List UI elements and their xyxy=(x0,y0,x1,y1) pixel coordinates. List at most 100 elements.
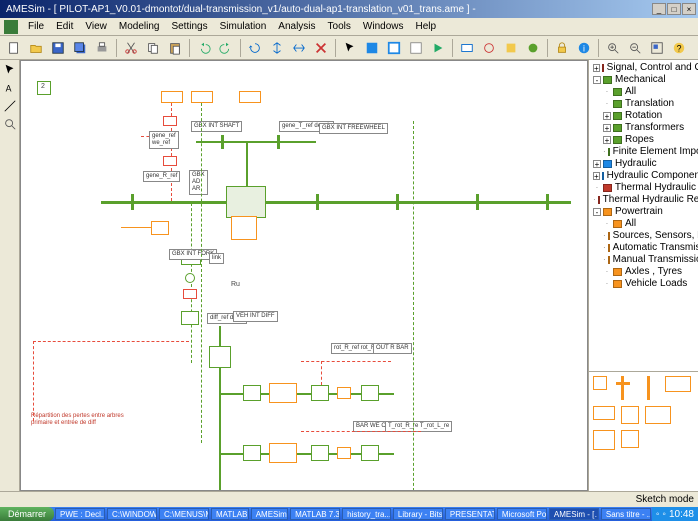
menu-settings[interactable]: Settings xyxy=(165,19,213,34)
tree-item[interactable]: ·Automatic Transmission xyxy=(591,242,696,254)
signal-block[interactable] xyxy=(183,289,197,299)
tree-item[interactable]: -Mechanical xyxy=(591,74,696,86)
task-button[interactable]: Microsoft Po... xyxy=(497,508,547,520)
task-button[interactable]: history_tra... xyxy=(342,508,391,520)
menu-tools[interactable]: Tools xyxy=(322,19,357,34)
print-button[interactable] xyxy=(92,38,112,58)
palette-item[interactable] xyxy=(621,430,639,448)
zoom-out-button[interactable] xyxy=(625,38,645,58)
expand-icon[interactable]: + xyxy=(603,136,611,144)
powertrain-block[interactable] xyxy=(337,447,351,459)
signal-block[interactable] xyxy=(163,156,177,166)
cut-button[interactable] xyxy=(121,38,141,58)
menu-analysis[interactable]: Analysis xyxy=(272,19,321,34)
collapse-icon[interactable]: - xyxy=(593,208,601,216)
task-button[interactable]: MATLAB 7.3... xyxy=(290,508,340,520)
tree-item[interactable]: ·Finite Element Import xyxy=(591,146,696,158)
open-button[interactable] xyxy=(26,38,46,58)
tree-item[interactable]: ·All xyxy=(591,218,696,230)
tree-item[interactable]: +Transformers xyxy=(591,122,696,134)
expand-icon[interactable]: + xyxy=(603,112,611,120)
mech-block[interactable] xyxy=(361,385,379,401)
library-tree[interactable]: +Signal, Control and Observers-Mechanica… xyxy=(589,60,698,371)
gearbox-block[interactable] xyxy=(226,186,266,218)
tool-d-button[interactable] xyxy=(523,38,543,58)
tree-item[interactable]: +Rotation xyxy=(591,110,696,122)
powertrain-component[interactable] xyxy=(239,91,261,103)
pointer-tool[interactable] xyxy=(2,62,18,78)
collapse-icon[interactable]: - xyxy=(593,76,601,84)
menu-modeling[interactable]: Modeling xyxy=(113,19,166,34)
schematic-canvas[interactable]: 2 GBX INT SHAFT gene_refwe_ref gene_R_re… xyxy=(20,60,588,491)
palette-item[interactable] xyxy=(593,430,615,450)
tree-item[interactable]: +Hydraulic xyxy=(591,158,696,170)
mode-parameter-button[interactable] xyxy=(406,38,426,58)
redo-button[interactable] xyxy=(216,38,236,58)
select-button[interactable] xyxy=(340,38,360,58)
menu-edit[interactable]: Edit xyxy=(50,19,79,34)
tree-item[interactable]: +Hydraulic Component Design xyxy=(591,170,696,182)
palette-item[interactable] xyxy=(645,406,671,424)
copy-button[interactable] xyxy=(143,38,163,58)
max-button[interactable]: □ xyxy=(667,3,681,15)
diff-block[interactable] xyxy=(209,346,231,368)
tree-item[interactable]: ·All xyxy=(591,86,696,98)
tray-icon[interactable]: ◦ xyxy=(656,509,660,520)
mode-simulation-button[interactable] xyxy=(428,38,448,58)
expand-icon[interactable]: + xyxy=(593,160,601,168)
menu-help[interactable]: Help xyxy=(409,19,442,34)
task-button[interactable]: Library - Bits... xyxy=(393,508,443,520)
tree-item[interactable]: ·Manual Transmission xyxy=(591,254,696,266)
tool-a-button[interactable] xyxy=(457,38,477,58)
task-button[interactable]: PWE : Decl... xyxy=(55,508,105,520)
start-button[interactable]: Démarrer xyxy=(0,507,54,521)
palette-item[interactable] xyxy=(621,406,639,424)
task-button[interactable]: C:\WINDOW... xyxy=(107,508,157,520)
task-button[interactable]: C:\MENUS\M... xyxy=(159,508,209,520)
zoom-in-button[interactable] xyxy=(603,38,623,58)
delete-button[interactable] xyxy=(311,38,331,58)
powertrain-block[interactable] xyxy=(337,387,351,399)
powertrain-component[interactable] xyxy=(151,221,169,235)
powertrain-block[interactable] xyxy=(269,383,297,403)
tree-item[interactable]: ·Thermal Hydraulic Resistance xyxy=(591,194,696,206)
birdview-button[interactable] xyxy=(647,38,667,58)
tree-item[interactable]: +Signal, Control and Observers xyxy=(591,62,696,74)
tool-c-button[interactable] xyxy=(501,38,521,58)
tree-item[interactable]: -Powertrain xyxy=(591,206,696,218)
tool-b-button[interactable] xyxy=(479,38,499,58)
saveall-button[interactable] xyxy=(70,38,90,58)
mirror-button[interactable] xyxy=(289,38,309,58)
signal-block[interactable] xyxy=(163,116,177,126)
task-button[interactable]: Sans titre - ... xyxy=(601,508,651,520)
menu-simulation[interactable]: Simulation xyxy=(214,19,273,34)
tree-item[interactable]: ·Vehicle Loads xyxy=(591,278,696,290)
close-button[interactable]: × xyxy=(682,3,696,15)
tray-icon[interactable]: ◦ xyxy=(662,509,666,520)
expand-icon[interactable]: + xyxy=(593,172,600,180)
line-tool[interactable] xyxy=(2,98,18,114)
mech-block[interactable] xyxy=(243,445,261,461)
palette-item[interactable] xyxy=(665,376,691,392)
tree-item[interactable]: ·Axles , Tyres xyxy=(591,266,696,278)
tree-item[interactable]: ·Thermal Hydraulic xyxy=(591,182,696,194)
powertrain-component[interactable] xyxy=(161,91,183,103)
mode-submodel-button[interactable] xyxy=(384,38,404,58)
new-button[interactable] xyxy=(4,38,24,58)
system-tray[interactable]: ◦ ◦ 10:48 xyxy=(652,507,698,521)
powertrain-block[interactable] xyxy=(231,216,257,240)
zoom-tool[interactable] xyxy=(2,116,18,132)
tree-item[interactable]: ·Sources, Sensors, Nodes xyxy=(591,230,696,242)
mech-block[interactable] xyxy=(243,385,261,401)
help-button[interactable]: ? xyxy=(669,38,689,58)
powertrain-component[interactable] xyxy=(191,91,213,103)
node[interactable] xyxy=(185,273,195,283)
expand-icon[interactable]: + xyxy=(603,124,611,132)
tree-item[interactable]: ·Translation xyxy=(591,98,696,110)
component-palette[interactable] xyxy=(589,371,698,491)
text-tool[interactable]: A xyxy=(2,80,18,96)
mech-block[interactable] xyxy=(311,445,329,461)
palette-item[interactable] xyxy=(613,376,633,400)
task-button-active[interactable]: AMESim - [… xyxy=(549,508,599,520)
task-button[interactable]: PRESENTATI... xyxy=(445,508,495,520)
